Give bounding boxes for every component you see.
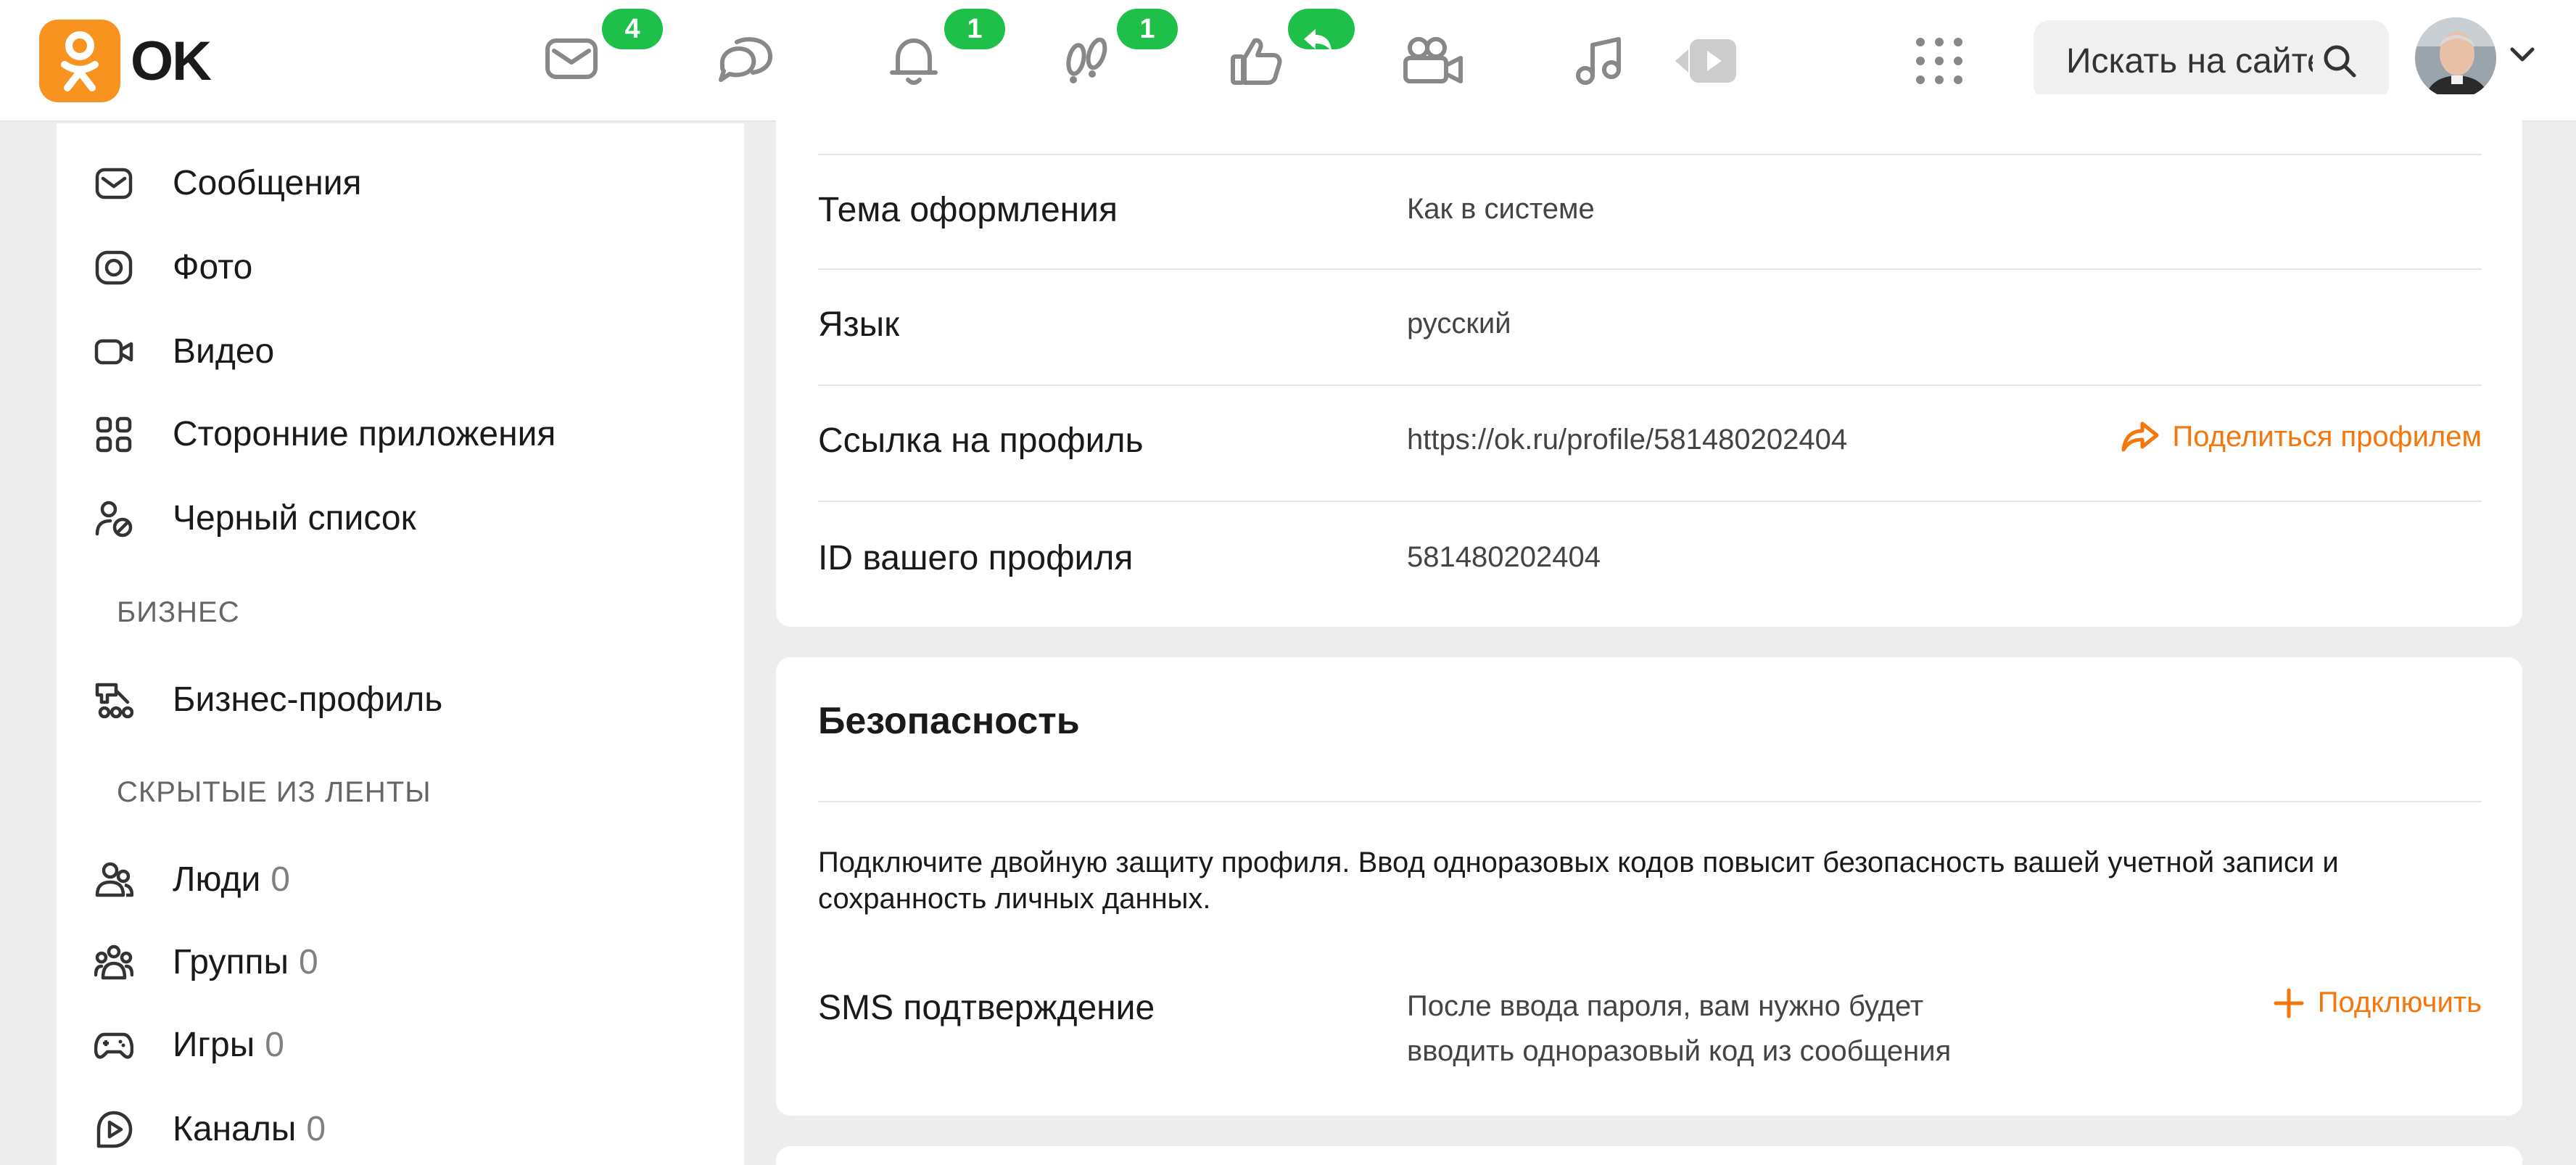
chevron-down-icon[interactable] <box>2509 46 2535 64</box>
profile-link-value[interactable]: https://ok.ru/profile/581480202404 <box>1407 424 1847 456</box>
security-card: Безопасность Подключите двойную защиту п… <box>776 657 2522 1116</box>
apps-grid-icon <box>96 416 132 453</box>
chat-bubbles-icon <box>719 37 773 82</box>
sidebar-item-blacklist[interactable]: Черный список <box>57 483 744 553</box>
envelope-icon <box>95 168 133 199</box>
search-input[interactable] <box>2066 41 2313 81</box>
games-count: 0 <box>265 1025 284 1064</box>
apps-dots-icon <box>1916 38 1962 84</box>
sidebar-item-label: Люди 0 <box>173 860 290 900</box>
sidebar-item-hidden-people[interactable]: Люди 0 <box>57 844 744 914</box>
share-profile-button[interactable]: Поделиться профилем <box>2121 419 2482 454</box>
ok-logo[interactable]: OK <box>39 20 212 102</box>
theme-value[interactable]: Как в системе <box>1407 193 1595 226</box>
video-camera-icon <box>94 339 133 365</box>
groups-icon <box>94 944 133 980</box>
sidebar-item-messages[interactable]: Сообщения <box>57 148 744 218</box>
nav-video-button[interactable] <box>1661 22 1755 100</box>
theme-label: Тема оформления <box>818 191 1118 229</box>
sidebar-item-label: Видео <box>173 332 275 371</box>
events-reply-badge <box>1288 9 1355 52</box>
sidebar-item-label: Бизнес-профиль <box>173 680 443 719</box>
envelope-icon <box>545 38 598 79</box>
groups-count: 0 <box>298 942 318 981</box>
people-count: 0 <box>271 860 290 899</box>
messages-badge: 4 <box>602 9 663 49</box>
nav-guests-button[interactable]: 1 <box>1044 9 1178 100</box>
sidebar-item-business-profile[interactable]: Бизнес-профиль <box>57 664 744 734</box>
search-box[interactable] <box>2034 20 2389 102</box>
sidebar-item-label: Сторонние приложения <box>173 414 556 453</box>
connect-sms-button[interactable]: Подключить <box>2273 987 2482 1019</box>
nav-discussions-button[interactable] <box>702 22 796 100</box>
sidebar-item-label: Группы 0 <box>173 942 318 982</box>
divider <box>818 384 2482 386</box>
plus-icon <box>2274 988 2304 1018</box>
channels-count: 0 <box>306 1109 326 1148</box>
user-blocked-icon <box>95 501 133 538</box>
divider <box>818 268 2482 270</box>
nav-events-button[interactable] <box>1215 9 1355 100</box>
divider <box>818 801 2482 802</box>
divider <box>818 501 2482 502</box>
sidebar-item-label: Игры 0 <box>173 1025 284 1065</box>
thumbs-up-icon <box>1231 38 1282 85</box>
sidebar-item-hidden-groups[interactable]: Группы 0 <box>57 927 744 997</box>
profile-id-label: ID вашего профиля <box>818 539 1134 577</box>
profile-link-label: Ссылка на профиль <box>818 421 1144 460</box>
channels-label: Каналы <box>173 1109 297 1148</box>
play-icon <box>1675 39 1736 83</box>
sidebar-item-photo[interactable]: Фото <box>57 232 744 302</box>
sidebar-item-label: Черный список <box>173 498 416 538</box>
nav-notifications-button[interactable]: 1 <box>872 9 1005 100</box>
hidden-from-feed-heading: СКРЫТЫЕ ИЗ ЛЕНТЫ <box>117 776 432 808</box>
share-arrow-icon <box>2121 421 2159 452</box>
avatar[interactable] <box>2415 17 2496 99</box>
sidebar-item-hidden-games[interactable]: Игры 0 <box>57 1010 744 1079</box>
sidebar-item-label: Фото <box>173 247 253 287</box>
settings-sidebar: Сообщения Фото Видео Сторонние приложени… <box>57 123 744 1165</box>
divider <box>818 154 2482 155</box>
sms-confirmation-label: SMS подтверждение <box>818 989 1155 1027</box>
guests-badge: 1 <box>1117 9 1178 49</box>
notifications-badge: 1 <box>944 9 1005 49</box>
sidebar-item-hidden-channels[interactable]: Каналы 0 <box>57 1094 744 1164</box>
sidebar-item-label: Каналы 0 <box>173 1109 326 1149</box>
connect-label: Подключить <box>2317 987 2482 1018</box>
search-icon[interactable] <box>2321 42 2358 80</box>
games-label: Игры <box>173 1025 255 1064</box>
profile-id-value: 581480202404 <box>1407 541 1601 573</box>
groups-label: Группы <box>173 942 289 981</box>
nav-messages-button[interactable]: 4 <box>529 9 663 100</box>
business-profile-icon <box>95 683 133 719</box>
music-note-icon <box>1576 37 1621 85</box>
next-settings-card <box>776 1146 2522 1165</box>
sms-confirmation-description: После ввода пароля, вам нужно будет ввод… <box>1407 990 1952 1067</box>
camera-icon <box>95 250 133 285</box>
profile-settings-card: Тема оформления Как в системе Язык русск… <box>776 94 2522 627</box>
language-value[interactable]: русский <box>1407 308 1511 340</box>
share-profile-label: Поделиться профилем <box>2172 420 2482 453</box>
language-label: Язык <box>818 305 900 344</box>
video-camera-icon <box>1403 37 1463 83</box>
people-label: Люди <box>173 860 261 899</box>
apps-menu-button[interactable] <box>1897 22 1991 100</box>
footprints-icon <box>1066 37 1107 83</box>
sidebar-item-video[interactable]: Видео <box>57 316 744 386</box>
people-icon <box>95 862 133 897</box>
gamepad-icon <box>94 1032 133 1059</box>
ok-logo-icon <box>39 20 120 102</box>
security-description: Подключите двойную защиту профиля. Ввод … <box>818 847 2339 915</box>
security-title: Безопасность <box>818 700 1080 742</box>
logo-text: OK <box>131 30 212 92</box>
reply-arrow-icon <box>1304 29 1332 52</box>
channel-play-icon <box>96 1111 133 1148</box>
business-heading: БИЗНЕС <box>117 596 240 628</box>
nav-music-button[interactable] <box>1559 22 1654 100</box>
sidebar-item-apps[interactable]: Сторонние приложения <box>57 399 744 469</box>
bell-icon <box>890 38 938 85</box>
nav-video-calls-button[interactable] <box>1387 22 1481 100</box>
sidebar-item-label: Сообщения <box>173 163 362 202</box>
